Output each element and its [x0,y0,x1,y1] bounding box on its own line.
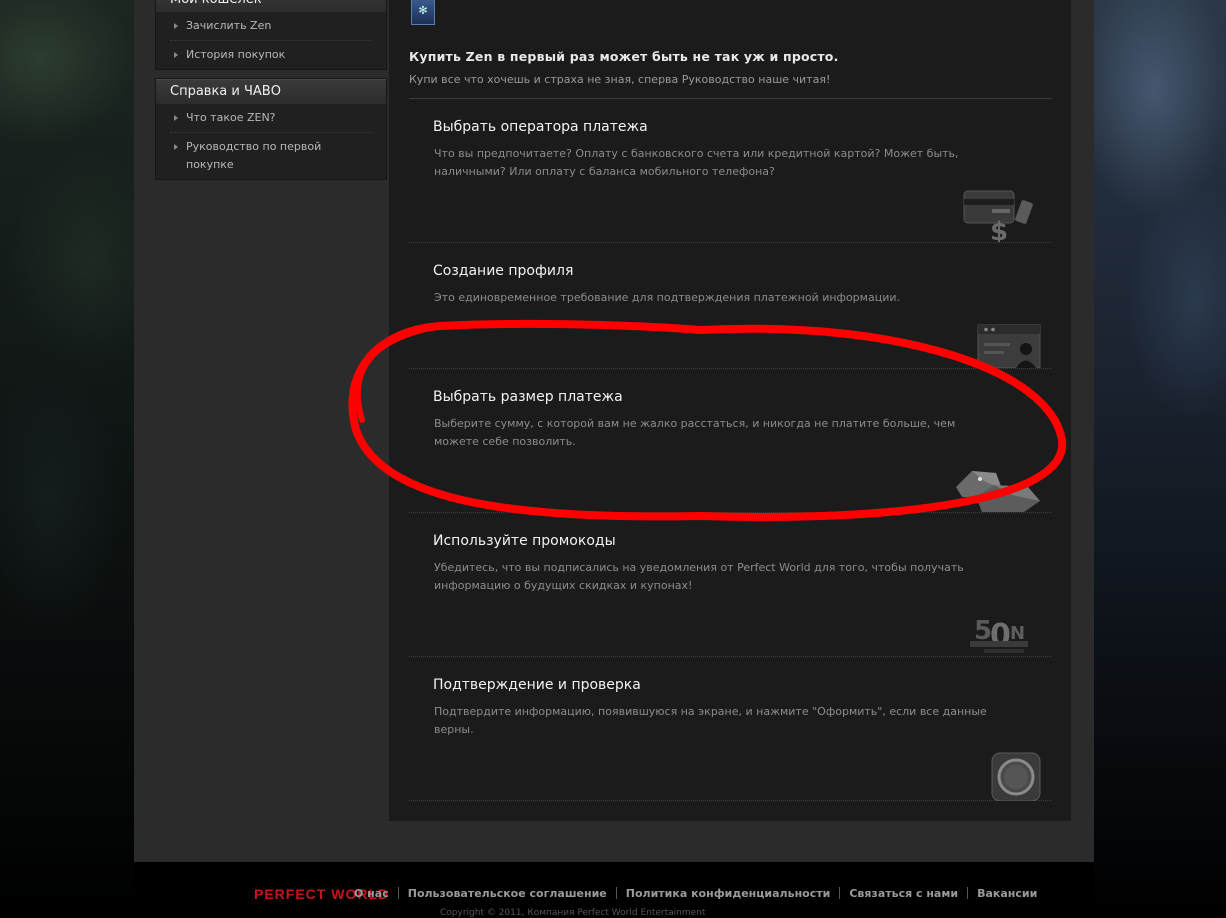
step-description: Это единовременное требование для подтве… [434,291,900,304]
sidebar-item-first-purchase-guide[interactable]: Руководство по первой покупке [170,133,372,179]
step-description: Что вы предпочитаете? Оплату с банковско… [434,147,959,178]
discount-icon: 5 0 N [970,616,1028,653]
divider [397,887,399,899]
step-title: Выбрать оператора платежа [433,119,648,135]
sidebar-item-label: Зачислить Zen [186,19,272,32]
step-promo-codes: Используйте промокоды Убедитесь, что вы … [409,513,1052,657]
sidebar-help: Справка и ЧАВО Что такое ZEN? Руководств… [155,78,387,180]
footer-nav: О нас Пользовательское соглашение Политика… [354,887,1037,900]
sidebar-item-label: Что такое ZEN? [186,111,276,124]
step-title: Создание профиля [433,263,574,279]
step-title: Подтверждение и проверка [433,677,641,693]
step-payment-amount: Выбрать размер платежа Выберите сумму, с… [409,369,1052,513]
step-description: Выберите сумму, с которой вам не жалко р… [434,417,956,448]
payment-card-phone-icon: $ [963,190,1033,242]
arrow-right-icon [174,52,178,58]
sidebar-help-title: Справка и ЧАВО [156,79,386,104]
page-container: Мой кошелек Зачислить Zen История покупо… [134,0,1094,862]
sidebar-item-label: История покупок [186,48,286,61]
divider [839,887,841,899]
arrow-right-icon [174,23,178,29]
profile-window-icon [977,324,1041,368]
sidebar-wallet: Мой кошелек Зачислить Zen История покупо… [155,0,387,70]
confirm-icon [991,752,1041,801]
footer-link-about[interactable]: О нас [354,887,389,900]
svg-text:N: N [1010,623,1025,644]
step-title: Используйте промокоды [433,533,616,549]
step-create-profile: Создание профиля Это единовременное треб… [409,243,1052,369]
zen-badge-icon: ✻ [411,0,435,25]
step-payment-operator: Выбрать оператора платежа Что вы предпоч… [409,99,1052,243]
footer-link-user-agreement[interactable]: Пользовательское соглашение [408,887,607,900]
sidebar-item-label: Руководство по первой покупке [186,140,322,171]
step-title: Выбрать размер платежа [433,389,623,405]
footer-link-contact[interactable]: Связаться с нами [849,887,958,900]
divider [615,887,617,899]
perfect-world-logo[interactable]: PERFECT WORLD [254,886,388,914]
main-content: ✻ Купить Zen в первый раз может быть не … [389,0,1071,821]
svg-text:0: 0 [990,618,1011,653]
footer-link-jobs[interactable]: Вакансии [977,887,1037,900]
divider [967,887,969,899]
svg-text:$: $ [990,217,1008,242]
background-right-artwork [1094,0,1226,914]
intro-subtitle: Купи все что хочешь и страха не зная, сп… [409,73,831,86]
intro-title: Купить Zen в первый раз может быть не та… [409,49,839,64]
step-description: Убедитесь, что вы подписались на уведомл… [434,561,964,592]
sidebar-item-what-is-zen[interactable]: Что такое ZEN? [170,104,372,133]
step-confirm-verify: Подтверждение и проверка Подтвердите инф… [409,657,1052,801]
arrow-right-icon [174,115,178,121]
zen-stones-icon [956,471,1040,512]
footer-link-privacy-policy[interactable]: Политика конфиденциальности [626,887,831,900]
arrow-right-icon [174,144,178,150]
sidebar-item-purchase-history[interactable]: История покупок [170,41,372,69]
copyright: Copyright © 2011, Компания Perfect World… [440,908,706,918]
step-description: Подтвердите информацию, появившуюся на э… [434,705,987,736]
sidebar-item-add-zen[interactable]: Зачислить Zen [170,12,372,41]
sidebar-wallet-title: Мой кошелек [156,0,386,12]
background-left-artwork [0,0,134,914]
